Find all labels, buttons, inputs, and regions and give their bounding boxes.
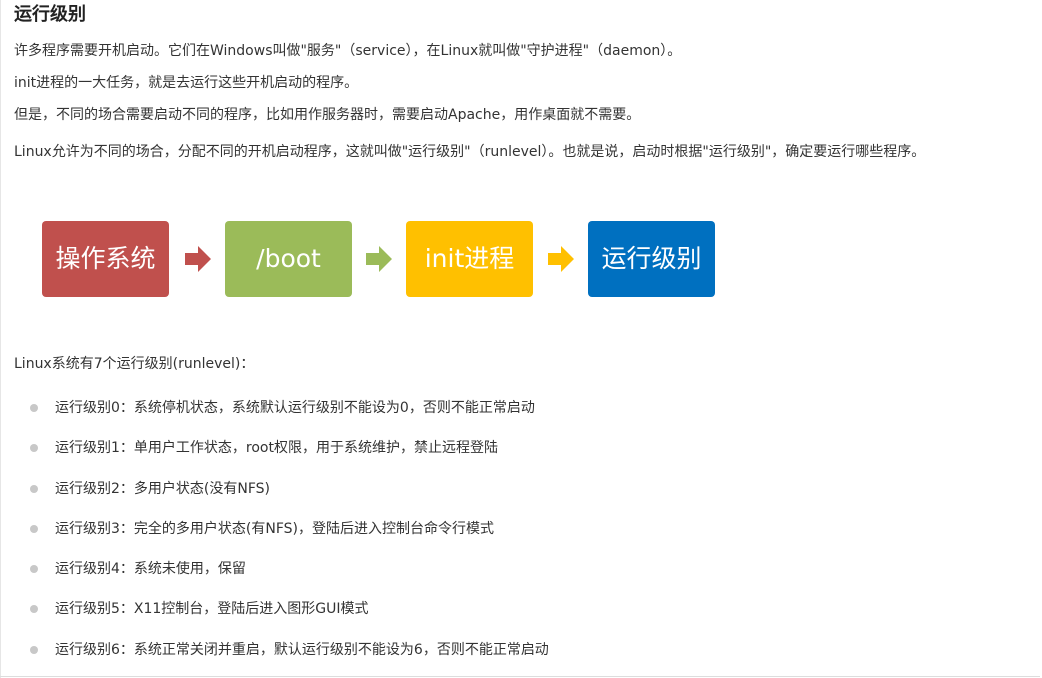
paragraph-init-task: init进程的一大任务，就是去运行这些开机启动的程序。 — [14, 75, 359, 91]
arrow-right-icon — [366, 246, 392, 272]
page-border — [0, 0, 1, 678]
list-item-text: 运行级别3：完全的多用户状态(有NFS)，登陆后进入控制台命令行模式 — [55, 520, 494, 537]
bullet-dot — [30, 645, 38, 654]
arrow-shape-3 — [548, 246, 574, 272]
page-title: 运行级别 — [14, 4, 86, 25]
list-item-text: 运行级别2：多用户状态(没有NFS) — [55, 480, 270, 497]
list-item-text: 运行级别5：X11控制台，登陆后进入图形GUI模式 — [55, 601, 369, 618]
flow-box-runlevel: 运行级别 — [588, 221, 715, 297]
divider — [0, 676, 1040, 677]
runlevel-intro: Linux系统有7个运行级别(runlevel)： — [14, 356, 255, 372]
flow-box-init: init进程 — [406, 221, 533, 297]
bullet-dot — [30, 484, 38, 493]
list-item-text: 运行级别1：单用户工作状态，root权限，用于系统维护，禁止远程登陆 — [55, 440, 498, 457]
arrow-shape-1 — [185, 246, 211, 272]
flow-box-boot: /boot — [225, 221, 352, 297]
list-item-text: 运行级别4：系统未使用，保留 — [55, 561, 246, 578]
list-item-text: 运行级别0：系统停机状态，系统默认运行级别不能设为0，否则不能正常启动 — [55, 400, 535, 416]
arrow-right-icon — [548, 246, 574, 272]
article-page: 运行级别 许多程序需要开机启动。它们在Windows叫做"服务"（service… — [0, 0, 1042, 678]
paragraph-services: 许多程序需要开机启动。它们在Windows叫做"服务"（service），在Li… — [14, 43, 682, 59]
bullet-dot — [30, 524, 38, 533]
paragraph-runlevel: Linux允许为不同的场合，分配不同的开机启动程序，这就叫做"运行级别"（run… — [14, 144, 926, 160]
bullet-dot — [30, 404, 38, 412]
arrow-right-icon — [185, 246, 211, 272]
bullet-dot — [30, 605, 38, 614]
list-item-text: 运行级别6：系统正常关闭并重启，默认运行级别不能设为6，否则不能正常启动 — [55, 641, 549, 658]
paragraph-scenarios: 但是，不同的场合需要启动不同的程序，比如用作服务器时，需要启动Apache，用作… — [14, 107, 641, 123]
arrow-shape-2 — [366, 246, 392, 272]
flow-box-os: 操作系统 — [42, 221, 169, 297]
bullet-dot — [30, 444, 38, 453]
bullet-dot — [30, 565, 38, 574]
